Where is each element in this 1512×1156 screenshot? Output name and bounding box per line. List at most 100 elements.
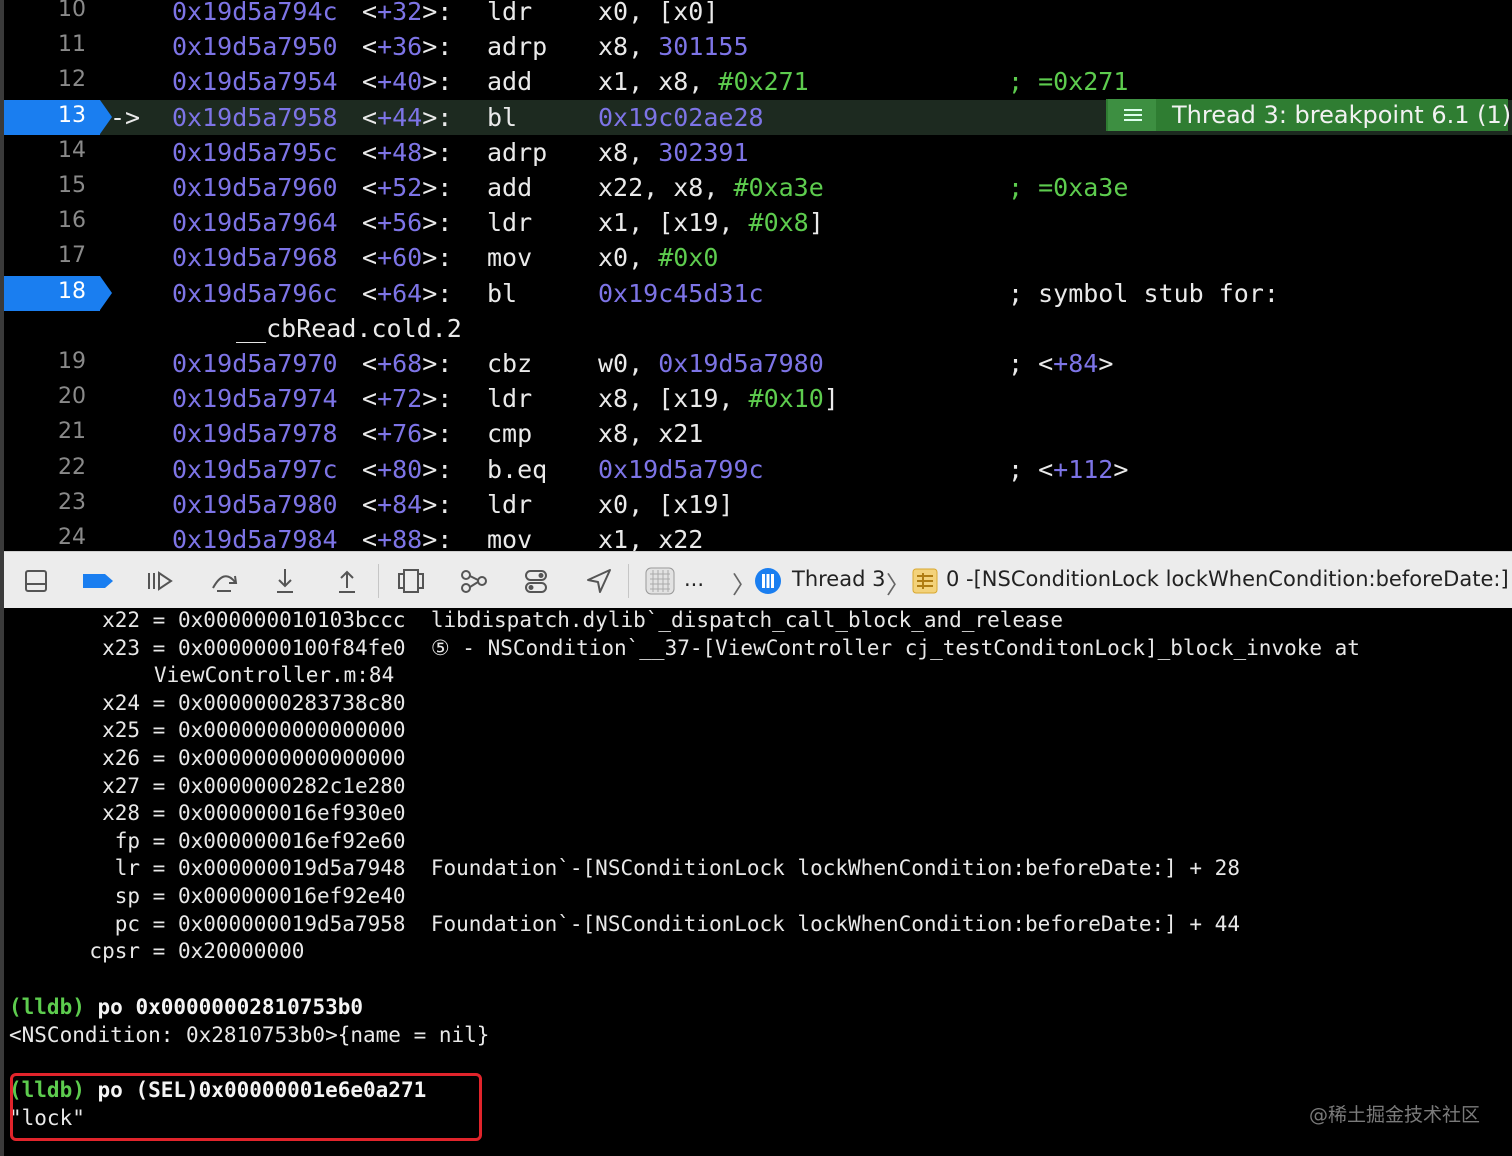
line-number: 12	[58, 67, 86, 93]
instruction-mnemonic: ldr	[487, 208, 533, 238]
operand-part: x0, [x19]	[598, 489, 734, 519]
app-icon[interactable]	[644, 566, 678, 596]
location-icon	[587, 569, 611, 593]
register-row: x22 = 0x000000010103bccc libdispatch.dyl…	[4, 608, 1063, 634]
app-breadcrumb[interactable]: ...	[684, 567, 704, 591]
disassembly-row[interactable]: 21 0x19d5a7978 <+76>: cmp x8, x21	[4, 416, 1512, 451]
offset-part: +64	[377, 278, 423, 308]
instruction-mnemonic: bl	[487, 278, 518, 308]
chevron-right-icon: 〉	[886, 571, 910, 599]
instruction-offset: <+56>:	[362, 205, 452, 240]
offset-part: >:	[422, 384, 453, 414]
register-value: 0x0000000100f84fe0	[177, 635, 406, 660]
breakpoints-toggle-button[interactable]	[81, 566, 115, 596]
offset-part: <	[362, 32, 378, 62]
offset-part: +84	[377, 489, 423, 519]
continuation-text: __cbRead.cold.2	[236, 313, 462, 343]
thread-breakpoint-badge[interactable]: Thread 3: breakpoint 6.1 (1)	[1106, 99, 1511, 131]
instruction-operands: x8, x21	[598, 416, 703, 451]
register-name: sp	[114, 884, 140, 908]
instruction-address: 0x19d5a796c	[172, 278, 338, 308]
instruction-address: 0x19d5a7950	[172, 32, 338, 62]
offset-part: <	[362, 419, 378, 449]
thread-breadcrumb[interactable]: Thread 3	[792, 567, 885, 591]
instruction-offset: <+84>:	[362, 487, 452, 522]
step-over-button[interactable]	[209, 566, 239, 596]
memory-graph-button[interactable]	[459, 566, 489, 596]
operand-part: #0xa3e	[733, 173, 824, 202]
instruction-offset: <+68>:	[362, 346, 452, 381]
comment-part: ; =0x271	[1008, 67, 1129, 97]
register-description-continued: ViewController.m:84	[154, 663, 395, 688]
register-name: lr	[114, 856, 140, 881]
instruction-operands: x1, x8, #0x271	[598, 64, 809, 99]
disassembly-row[interactable]: 16 0x19d5a7964 <+56>: ldr x1, [x19, #0x8]	[4, 205, 1512, 240]
register-value: 0x0000000282c1e280	[177, 773, 406, 798]
register-name: x24	[102, 690, 140, 715]
register-name: pc	[114, 911, 140, 936]
line-number: 20	[58, 384, 86, 410]
lldb-console[interactable]: x22 = 0x000000010103bccc libdispatch.dyl…	[4, 608, 1512, 1156]
disassembly-row[interactable]: 11 0x19d5a7950 <+36>: adrp x8, 301155	[4, 29, 1512, 64]
disassembly-row[interactable]: 17 0x19d5a7968 <+60>: mov x0, #0x0	[4, 240, 1512, 275]
thread-icon	[753, 566, 783, 596]
register-name: x26	[102, 746, 140, 770]
line-number: 19	[58, 349, 86, 374]
operand-part: 301155	[658, 32, 749, 62]
line-number: 22	[58, 454, 86, 480]
offset-part: +44	[377, 102, 423, 132]
instruction-mnemonic: add	[487, 173, 533, 202]
disassembly-row[interactable]: 23 0x19d5a7980 <+84>: ldr x0, [x19]	[4, 487, 1512, 522]
register-row: x28 = 0x000000016ef930e0	[4, 800, 405, 827]
comment-part: ; =0xa3e	[1008, 173, 1129, 202]
instruction-offset: <+32>:	[362, 0, 452, 29]
line-number: 14	[58, 137, 86, 163]
disassembly-row[interactable]: 15 0x19d5a7960 <+52>: add x22, x8, #0xa3e ; =…	[4, 170, 1512, 205]
disassembly-row[interactable]: 20 0x19d5a7974 <+72>: ldr x8, [x19, #0x10]	[4, 381, 1512, 416]
offset-part: >:	[422, 137, 453, 167]
disassembly-row[interactable]: 22 0x19d5a797c <+80>: b.eq 0x19d5a799c ; <+11…	[4, 452, 1512, 487]
disassembly-row[interactable]: 12 0x19d5a7954 <+40>: add x1, x8, #0x271 ; =0…	[4, 64, 1512, 99]
operand-part: x0,	[598, 243, 659, 273]
instruction-operands: 0x19c02ae28	[598, 100, 764, 135]
frame-breadcrumb[interactable]: 0 -[NSConditionLock lockWhenCondition:be…	[946, 567, 1509, 591]
line-number: 10	[58, 0, 86, 22]
disassembly-row[interactable]: 10 0x19d5a794c <+32>: ldr x0, [x0]	[4, 0, 1512, 29]
operand-part: x0, [x0]	[598, 0, 719, 26]
disassembly-row[interactable]: 18 0x19d5a796c <+64>: bl 0x19c45d31c ; symbol…	[4, 275, 1512, 311]
register-value: 0x0000000000000000	[177, 718, 406, 743]
step-into-icon	[277, 569, 293, 593]
register-name: x25	[102, 718, 140, 743]
offset-part: +72	[377, 384, 423, 414]
operand-part: x1, [x19,	[598, 208, 749, 238]
instruction-mnemonic: adrp	[487, 137, 548, 167]
disassembly-view[interactable]: 10 0x19d5a794c <+32>: ldr x0, [x0] 11 0x19d5a7…	[4, 0, 1512, 551]
instruction-offset: <+72>:	[362, 381, 452, 416]
instruction-mnemonic: mov	[487, 243, 533, 273]
instruction-offset: <+64>:	[362, 276, 452, 311]
register-row: x25 = 0x0000000000000000	[4, 717, 406, 744]
simulate-location-button[interactable]	[584, 566, 614, 596]
hide-debug-area-button[interactable]	[21, 566, 51, 596]
view-hierarchy-button[interactable]	[396, 566, 426, 596]
instruction-mnemonic: add	[487, 67, 533, 97]
disassembly-row[interactable]: 24 0x19d5a7984 <+88>: mov x1, x22	[4, 522, 1512, 551]
continue-button[interactable]	[144, 566, 174, 596]
step-out-button[interactable]	[332, 566, 362, 596]
instruction-operands: x8, 302391	[598, 135, 749, 170]
instruction-offset: <+80>:	[362, 452, 452, 487]
highlight-box	[10, 1073, 482, 1141]
step-into-button[interactable]	[270, 566, 300, 596]
instruction-operands: x0, #0x0	[598, 240, 718, 275]
disassembly-row[interactable]: __cbRead.cold.2	[4, 311, 1512, 346]
lldb-command: po 0x00000002810753b0	[97, 995, 364, 1019]
offset-part: >:	[422, 419, 453, 449]
operand-part: x8,	[598, 137, 659, 167]
instruction-offset: <+88>:	[362, 522, 452, 551]
instruction-address: 0x19d5a7960	[172, 173, 338, 202]
environment-overrides-button[interactable]	[521, 566, 551, 596]
disassembly-row[interactable]: 19 0x19d5a7970 <+68>: cbz w0, 0x19d5a7980 ; <…	[4, 346, 1512, 381]
offset-part: +32	[377, 0, 423, 26]
disassembly-row[interactable]: 14 0x19d5a795c <+48>: adrp x8, 302391	[4, 135, 1512, 170]
instruction-mnemonic: ldr	[487, 384, 533, 414]
